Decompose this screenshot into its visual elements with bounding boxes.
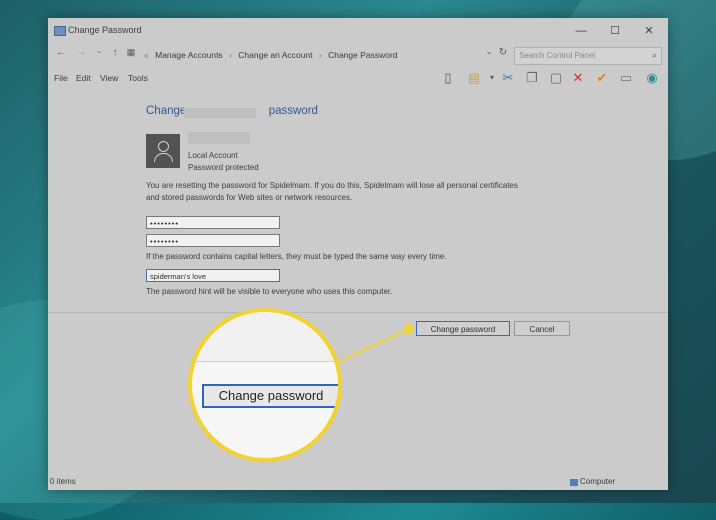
zoom-divider xyxy=(192,361,338,362)
zoom-background xyxy=(192,312,338,362)
callout-connector xyxy=(337,328,410,363)
callout-dot xyxy=(404,324,414,334)
zoom-callout: Change password xyxy=(188,308,342,462)
zoomed-change-password-button: Change password xyxy=(202,384,338,408)
